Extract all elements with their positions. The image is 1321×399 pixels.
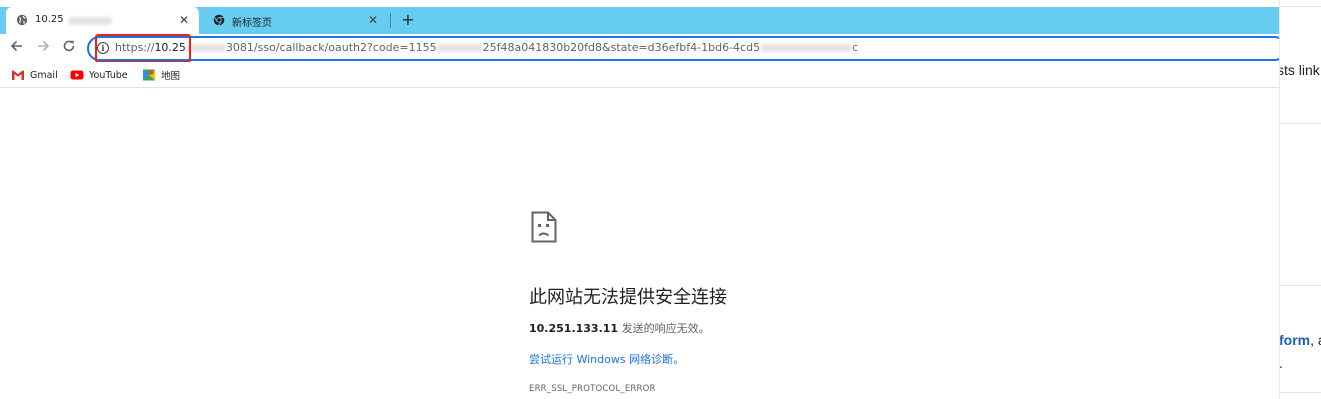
gmail-icon (12, 70, 24, 80)
divider (1280, 123, 1321, 124)
error-host: 10.251.133.11 (529, 322, 619, 335)
background-link-line: form, a (1279, 332, 1321, 348)
close-tab-icon[interactable]: ✕ (177, 13, 191, 27)
globe-icon (16, 14, 28, 26)
maps-icon (143, 69, 155, 81)
error-detail: 10.251.133.11 发送的响应无效。 (529, 322, 710, 335)
error-page: 此网站无法提供安全连接 10.251.133.11 发送的响应无效。 尝试运行 … (0, 89, 1279, 399)
sad-page-icon (531, 211, 557, 243)
youtube-icon (70, 70, 84, 80)
diagnose-link[interactable]: 尝试运行 Windows 网络诊断。 (529, 351, 684, 367)
url-text[interactable]: https://10.25 3081/sso/callback/oauth2?co… (115, 41, 858, 54)
tab-new-tab[interactable]: 新标签页 ✕ (203, 7, 388, 34)
bookmark-label: 地图 (161, 71, 181, 82)
bookmark-youtube[interactable]: YouTube (70, 68, 128, 82)
background-page: sts link form, a . (1279, 0, 1321, 399)
tab-active[interactable]: 10.25 ✕ (6, 7, 199, 34)
redacted-text (68, 17, 112, 25)
bookmarks-bar: Gmail YouTube 地图 (0, 62, 1279, 88)
address-bar[interactable]: i https://10.25 3081/sso/callback/oauth2?… (87, 36, 1279, 61)
close-tab-icon[interactable]: ✕ (366, 13, 380, 27)
divider (1280, 392, 1321, 393)
reload-icon[interactable] (60, 39, 78, 57)
chrome-icon (213, 14, 225, 26)
bookmark-label: YouTube (89, 69, 128, 81)
bookmark-label: Gmail (30, 69, 58, 81)
highlight-box (95, 34, 191, 63)
browser-window: 10.25 ✕ 新标签页 ✕ + i https://10.25 3081/ss… (0, 0, 1279, 399)
error-title: 此网站无法提供安全连接 (529, 287, 727, 308)
toolbar: i https://10.25 3081/sso/callback/oauth2?… (0, 34, 1279, 62)
back-arrow-icon[interactable] (8, 39, 26, 57)
divider (1280, 285, 1321, 286)
tab-title: 新标签页 (232, 18, 272, 29)
new-tab-button[interactable]: + (398, 10, 418, 30)
background-link[interactable]: form (1280, 332, 1310, 348)
error-code: ERR_SSL_PROTOCOL_ERROR (529, 384, 656, 394)
background-text: sts link (1279, 62, 1320, 78)
bookmark-maps[interactable]: 地图 (142, 68, 180, 82)
tab-strip: 10.25 ✕ 新标签页 ✕ + (0, 7, 1279, 34)
tab-title: 10.25 (35, 14, 64, 25)
tab-separator (390, 13, 391, 28)
background-dot: . (1279, 355, 1283, 371)
forward-arrow-icon[interactable] (34, 39, 52, 57)
bookmark-gmail[interactable]: Gmail (11, 68, 58, 82)
divider (1280, 6, 1321, 7)
